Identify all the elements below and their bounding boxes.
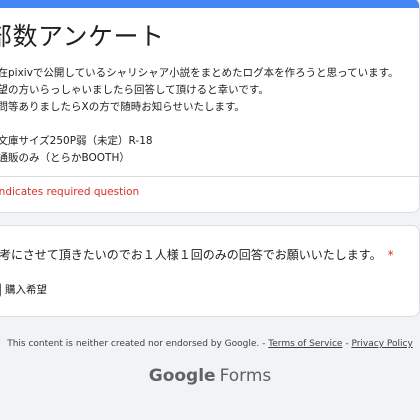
footer-separator: - xyxy=(345,339,349,349)
footer-separator: - xyxy=(262,339,266,349)
description-line: 現在pixivで公開しているシャリシャア小説をまとめたログ本を作ろうと思っていま… xyxy=(0,67,399,79)
checkbox[interactable] xyxy=(0,282,1,297)
privacy-policy-link[interactable]: Privacy Policy xyxy=(351,339,412,349)
accent-bar xyxy=(0,0,419,8)
footer-disclaimer-row: This content is neither created nor endo… xyxy=(0,339,420,349)
description-line: ・文庫サイズ250P弱（未定）R-18 xyxy=(0,135,153,147)
question-title: 参考にさせて頂きたいのでお１人様１回のみの回答でお願いいたします。 * xyxy=(0,246,394,264)
google-forms-logo[interactable]: Google Forms xyxy=(0,366,420,386)
description-line: 質問等ありましたらXの方で随時お知らせいたします。 xyxy=(0,101,245,113)
description-line: 希望の方いらっしゃいましたら回答して頂けると幸いです。 xyxy=(0,84,269,96)
question-card: 参考にさせて頂きたいのでお１人様１回のみの回答でお願いいたします。 * 購入希望 xyxy=(0,225,420,317)
option-label: 購入希望 xyxy=(5,284,47,296)
brand-forms: Forms xyxy=(219,366,272,386)
terms-of-service-link[interactable]: Terms of Service xyxy=(268,339,342,349)
required-note: * Indicates required question xyxy=(0,186,140,198)
disclaimer-text: This content is neither created nor endo… xyxy=(7,339,260,349)
question-label: 参考にさせて頂きたいのでお１人様１回のみの回答でお願いいたします。 xyxy=(0,248,382,262)
header-divider xyxy=(0,176,419,177)
brand-google: Google xyxy=(148,366,216,386)
required-asterisk: * xyxy=(387,248,394,262)
description-line xyxy=(0,116,419,133)
checkbox-option[interactable]: 購入希望 xyxy=(0,282,47,297)
description-line: ・通販のみ（とらかBOOTH） xyxy=(0,152,130,164)
form-header-card: 部数アンケート 現在pixivで公開しているシャリシャア小説をまとめたログ本を作… xyxy=(0,0,420,213)
form-title: 部数アンケート xyxy=(0,22,165,51)
form-description: 現在pixivで公開しているシャリシャア小説をまとめたログ本を作ろうと思っていま… xyxy=(0,65,419,167)
